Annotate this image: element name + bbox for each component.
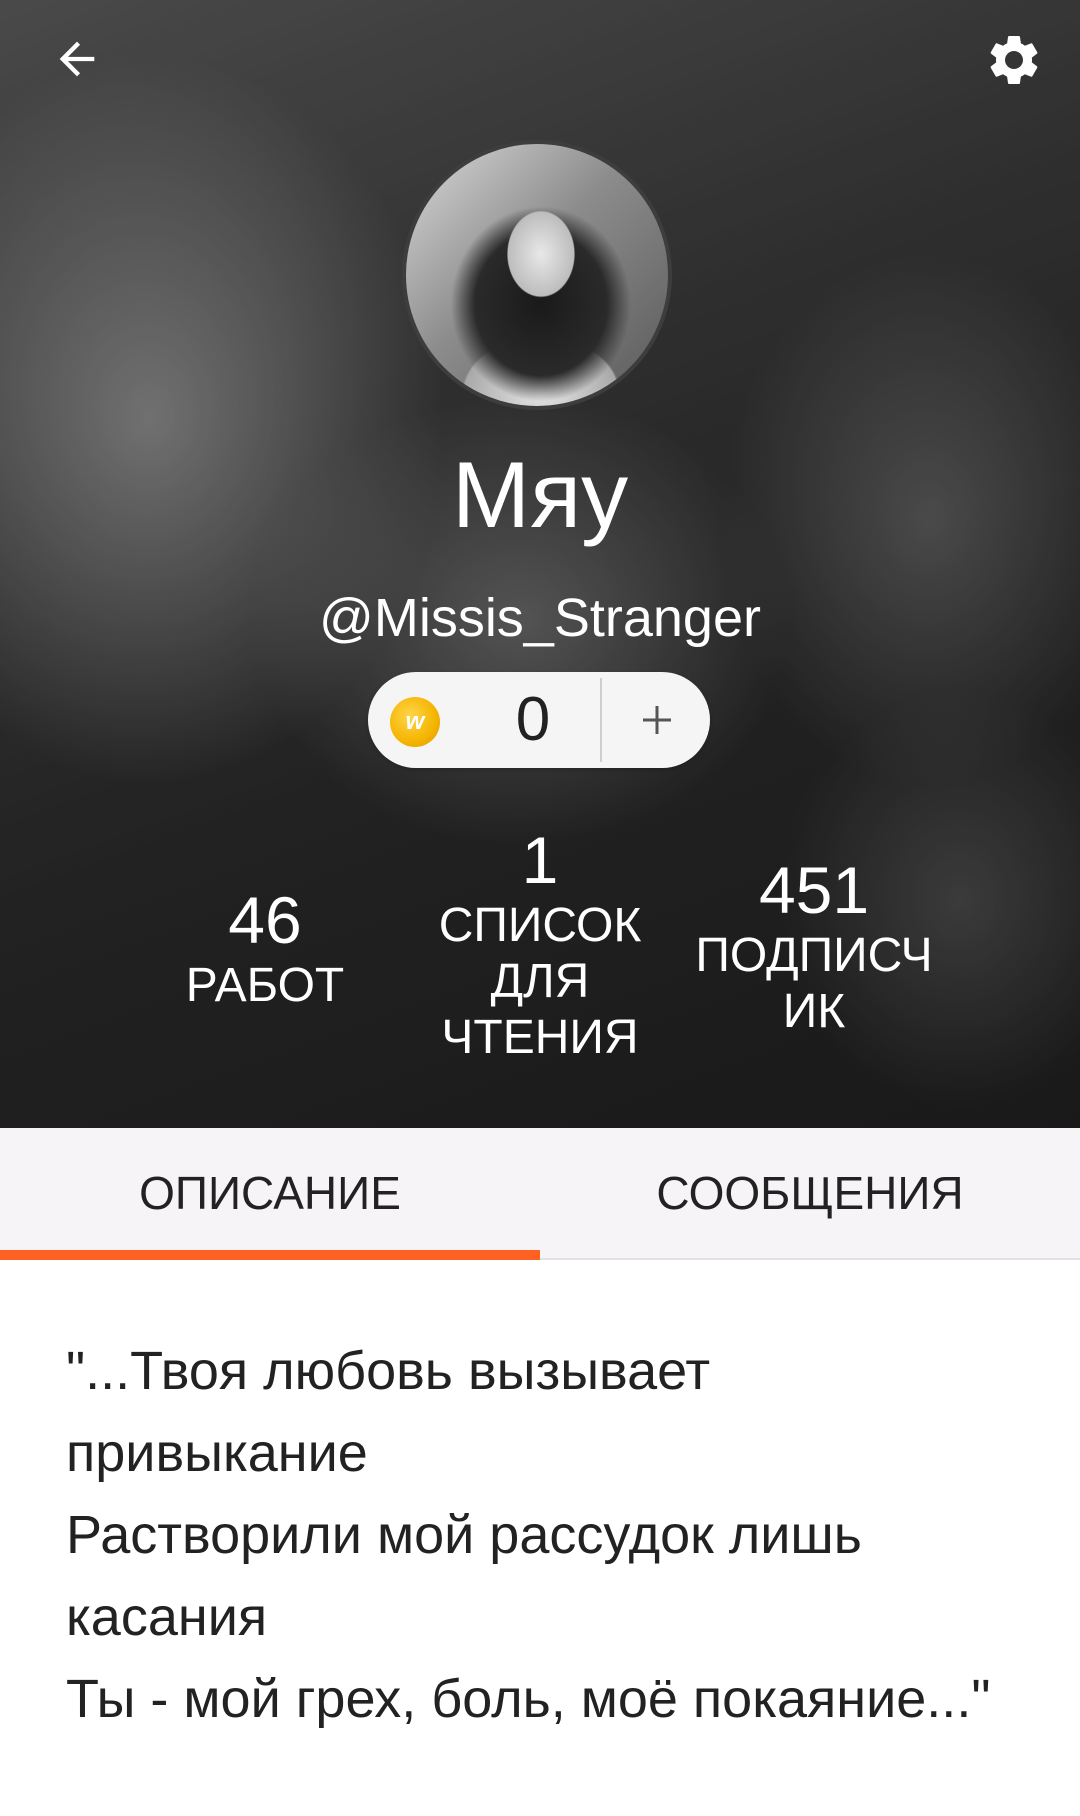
followers-count: 451	[758, 853, 870, 927]
back-button[interactable]	[40, 22, 114, 96]
coin-count: 0	[515, 685, 551, 754]
add-coins-button[interactable]	[604, 672, 710, 768]
profile-tabs: ОПИСАНИЕ СООБЩЕНИЯ	[0, 1128, 1080, 1260]
works-label: РАБОТ	[185, 959, 345, 1012]
stat-reading-lists[interactable]: 1 СПИСОК ДЛЯ ЧТЕНИЯ	[410, 822, 670, 1066]
username: @Missis_Stranger	[319, 588, 761, 648]
active-tab-indicator	[0, 1250, 540, 1260]
divider	[600, 678, 602, 762]
works-count: 46	[228, 883, 302, 957]
wattpad-coin-icon: w	[390, 697, 440, 747]
settings-button[interactable]	[976, 22, 1052, 98]
stat-works[interactable]: 46 РАБОТ	[150, 882, 380, 1014]
avatar[interactable]	[402, 140, 672, 410]
reading-lists-count: 1	[521, 823, 559, 897]
stat-followers[interactable]: 451 ПОДПИСЧИК	[686, 852, 942, 1040]
reading-lists-label: СПИСОК ДЛЯ ЧТЕНИЯ	[438, 899, 642, 1064]
followers-label: ПОДПИСЧИК	[695, 929, 933, 1038]
profile-description: "...Твоя любовь вызывает привыкание Раст…	[66, 1341, 991, 1729]
arrow-left-icon	[59, 41, 95, 77]
tab-messages[interactable]: СООБЩЕНИЯ	[540, 1128, 1080, 1258]
display-name: Мяу	[451, 442, 629, 547]
profile-header: Мяу @Missis_Stranger w 0 46 РАБОТ 1 СПИС…	[0, 0, 1080, 1128]
tab-about[interactable]: ОПИСАНИЕ	[0, 1128, 540, 1258]
gear-icon	[990, 35, 1038, 84]
coins-widget: w 0	[368, 672, 710, 768]
plus-icon	[643, 706, 671, 734]
